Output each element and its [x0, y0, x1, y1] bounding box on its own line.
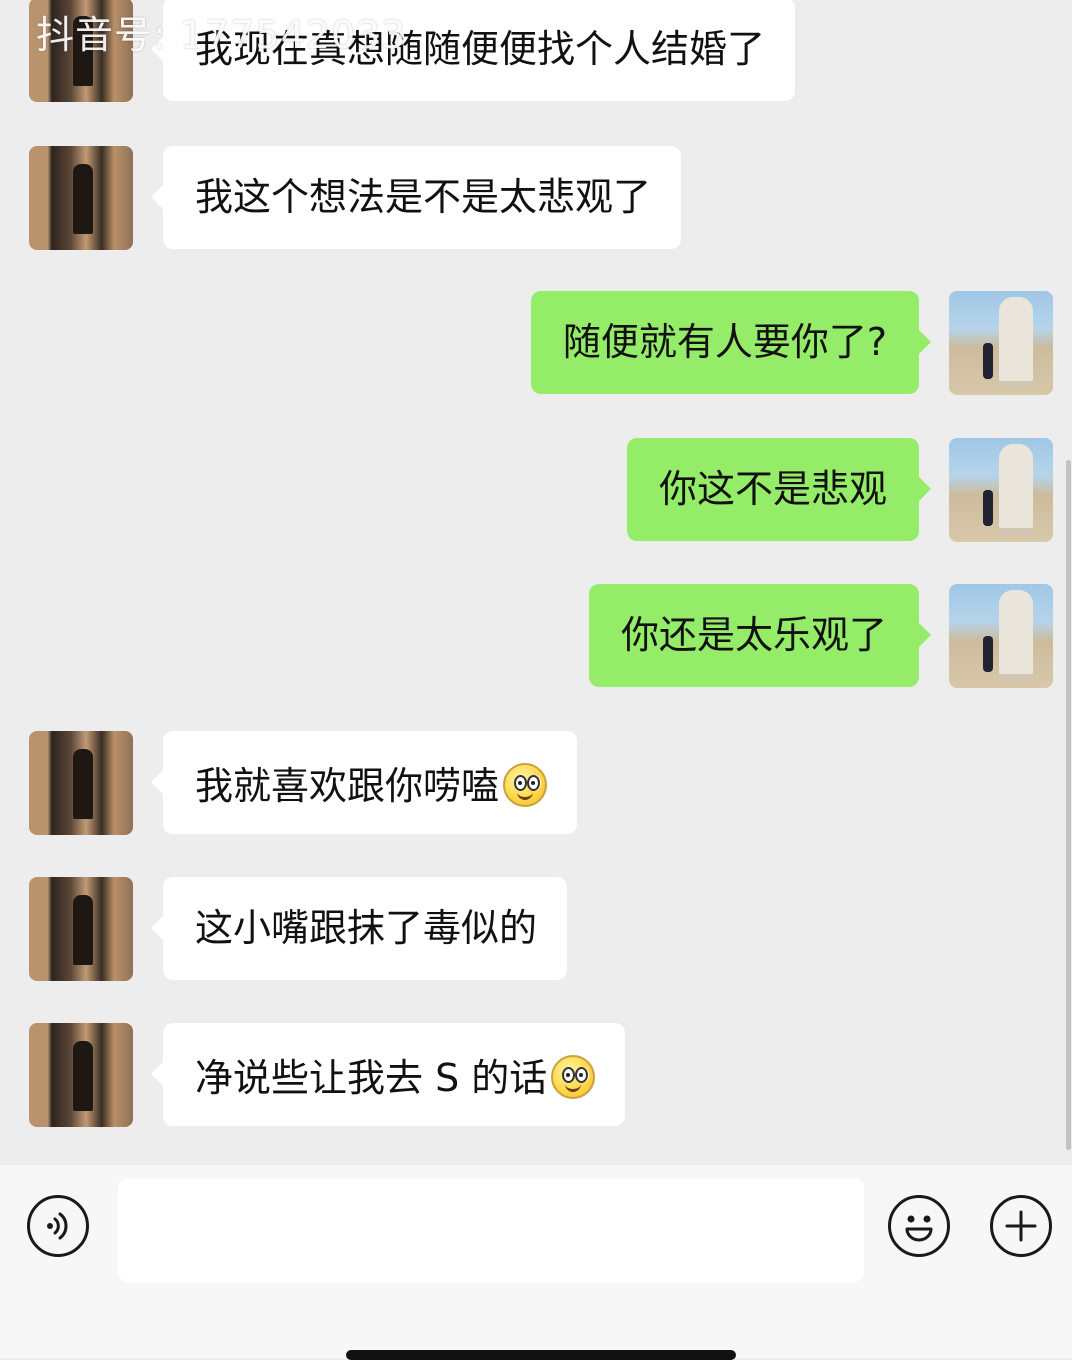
smile-emoji-icon [551, 1055, 596, 1099]
my-avatar[interactable] [949, 291, 1053, 395]
message-text: 随便就有人要你了? [562, 320, 887, 364]
plus-icon [1005, 1210, 1037, 1242]
received-message-bubble[interactable]: 我就喜欢跟你唠嗑 [150, 731, 578, 834]
sent-message-bubble[interactable]: 随便就有人要你了? [530, 291, 932, 394]
scrollbar[interactable] [1066, 460, 1071, 1150]
voice-button[interactable] [27, 1195, 89, 1257]
my-avatar[interactable] [949, 438, 1053, 542]
sent-message-bubble[interactable]: 你还是太乐观了 [588, 584, 932, 687]
more-button[interactable] [990, 1195, 1052, 1257]
home-indicator[interactable] [346, 1350, 736, 1360]
sent-message-bubble[interactable]: 你这不是悲观 [626, 438, 932, 541]
message-text: 你这不是悲观 [658, 467, 887, 511]
contact-avatar[interactable] [29, 877, 133, 981]
message-text: 我这个想法是不是太悲观了 [195, 175, 652, 219]
contact-avatar[interactable] [29, 146, 133, 250]
contact-avatar[interactable] [29, 1023, 133, 1127]
message-text: 这小嘴跟抹了毒似的 [195, 906, 538, 950]
message-input[interactable] [118, 1178, 864, 1282]
message-text: 净说些让我去 S 的话 [195, 1056, 548, 1100]
message-text: 你还是太乐观了 [620, 613, 887, 657]
watermark: 抖音号: 177542033 [36, 13, 407, 57]
voice-icon [47, 1212, 68, 1240]
message-text: 我就喜欢跟你唠嗑 [195, 764, 500, 808]
received-message-bubble[interactable]: 净说些让我去 S 的话 [150, 1023, 626, 1126]
contact-avatar[interactable] [29, 731, 133, 835]
smile-emoji-icon [503, 763, 548, 807]
emoji-button[interactable] [888, 1195, 950, 1257]
received-message-bubble[interactable]: 我这个想法是不是太悲观了 [150, 146, 682, 249]
my-avatar[interactable] [949, 584, 1053, 688]
emoji-icon [905, 1215, 933, 1242]
received-message-bubble[interactable]: 这小嘴跟抹了毒似的 [150, 877, 568, 980]
